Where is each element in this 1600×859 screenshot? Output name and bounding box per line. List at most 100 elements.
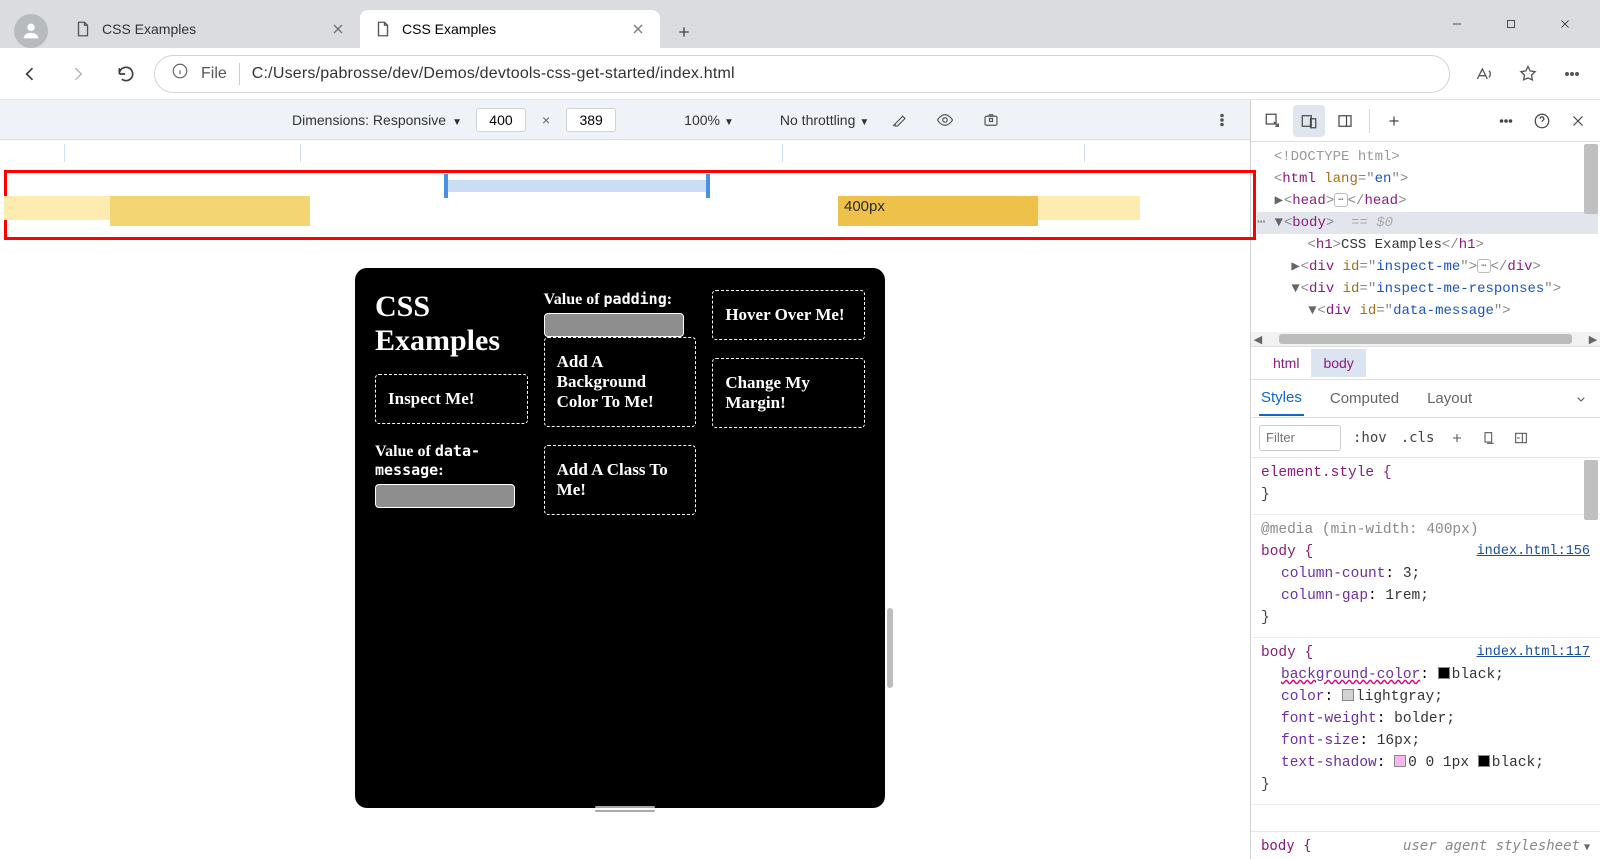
styles-tabs: Styles Computed Layout: [1251, 380, 1600, 418]
dom-doctype: <!DOCTYPE html>: [1274, 149, 1400, 165]
zoom-value: 100%: [684, 112, 720, 128]
forward-button[interactable]: [58, 54, 98, 94]
min-width-bar[interactable]: [1038, 196, 1140, 220]
close-icon[interactable]: [330, 21, 346, 37]
person-icon: [20, 20, 42, 42]
height-input[interactable]: [566, 108, 616, 132]
crumb-html[interactable]: html: [1261, 349, 1311, 377]
card-bg[interactable]: Add A Background Color To Me!: [544, 337, 697, 427]
favorite-button[interactable]: [1510, 56, 1546, 92]
devtools-more-button[interactable]: [1490, 105, 1522, 137]
viewport-pane: Dimensions: Responsive × 100% No throttl…: [0, 100, 1250, 859]
close-window-button[interactable]: [1538, 4, 1592, 44]
rule-body-2[interactable]: body {index.html:117 background-color: b…: [1251, 638, 1600, 805]
min-width-bar[interactable]: [110, 196, 310, 226]
info-icon[interactable]: [171, 62, 189, 85]
copy-styles-button[interactable]: [1478, 427, 1500, 449]
url-scheme: File: [201, 65, 227, 83]
rule-ua-body[interactable]: body { user agent stylesheet: [1251, 831, 1600, 859]
chevron-down-icon: [859, 112, 869, 128]
elements-dom-tree[interactable]: <!DOCTYPE html> <html lang="en"> ▶<head>…: [1251, 142, 1600, 332]
chevron-down-icon: [724, 112, 734, 128]
devtools-panel: <!DOCTYPE html> <html lang="en"> ▶<head>…: [1250, 100, 1600, 859]
input-data-message[interactable]: [375, 484, 515, 508]
dom-selected-node[interactable]: ⋯ ▼<body> == $0: [1257, 212, 1598, 234]
toggle-sidebar-button[interactable]: [1510, 427, 1532, 449]
devtools-close-button[interactable]: [1562, 105, 1594, 137]
hov-toggle[interactable]: :hov: [1351, 428, 1389, 448]
crumb-body[interactable]: body: [1311, 349, 1365, 377]
card-hover[interactable]: Hover Over Me!: [712, 290, 865, 340]
breakpoint-handle[interactable]: [706, 174, 710, 198]
styles-rules[interactable]: element.style { } @media (min-width: 400…: [1251, 458, 1600, 831]
color-swatch-icon[interactable]: [1478, 755, 1490, 767]
input-padding[interactable]: [544, 313, 684, 337]
color-swatch-icon[interactable]: [1394, 755, 1406, 767]
tab-layout[interactable]: Layout: [1425, 382, 1474, 415]
card-margin[interactable]: Change My Margin!: [712, 358, 865, 428]
page-scrollbar[interactable]: [885, 268, 895, 808]
devtools-top-bar: [1251, 100, 1600, 142]
panel-tab[interactable]: [1329, 105, 1361, 137]
eyedropper-icon[interactable]: [883, 104, 915, 136]
back-button[interactable]: [10, 54, 50, 94]
tab-1[interactable]: CSS Examples: [360, 10, 660, 48]
rule-media-body-1[interactable]: @media (min-width: 400px) body {index.ht…: [1251, 515, 1600, 638]
file-icon: [374, 20, 392, 38]
card-class[interactable]: Add A Class To Me!: [544, 445, 697, 515]
reload-button[interactable]: [106, 54, 146, 94]
source-link[interactable]: index.html:117: [1477, 642, 1590, 664]
tab-computed[interactable]: Computed: [1328, 382, 1401, 415]
dimensions-dropdown[interactable]: Dimensions: Responsive: [292, 112, 462, 128]
card-inspect[interactable]: Inspect Me!: [375, 374, 528, 424]
color-swatch-icon[interactable]: [1438, 667, 1450, 679]
width-input[interactable]: [476, 108, 526, 132]
device-viewport: CSS Examples Inspect Me! Value of data-m…: [0, 250, 1250, 859]
new-style-rule-button[interactable]: [1446, 427, 1468, 449]
eye-icon[interactable]: [929, 104, 961, 136]
inspect-element-button[interactable]: [1257, 105, 1289, 137]
zoom-dropdown[interactable]: 100%: [684, 112, 734, 128]
tab-styles[interactable]: Styles: [1259, 381, 1304, 416]
styles-filter-row: :hov .cls: [1251, 418, 1600, 458]
read-aloud-button[interactable]: [1466, 56, 1502, 92]
maximize-button[interactable]: [1484, 4, 1538, 44]
add-tab-button[interactable]: [1378, 105, 1410, 137]
dom-horizontal-scrollbar[interactable]: ◀▶: [1251, 332, 1600, 346]
expand-icon[interactable]: [1570, 388, 1592, 410]
device-toolbar: Dimensions: Responsive × 100% No throttl…: [0, 100, 1250, 140]
styles-filter-input[interactable]: [1259, 425, 1341, 451]
screenshot-icon[interactable]: [975, 104, 1007, 136]
resize-grip[interactable]: [595, 806, 655, 812]
device-toolbar-more[interactable]: [1206, 104, 1238, 136]
tab-title: CSS Examples: [402, 21, 620, 37]
new-tab-button[interactable]: [668, 16, 700, 48]
url-path: C:/Users/pabrosse/dev/Demos/devtools-css…: [252, 65, 735, 83]
cls-toggle[interactable]: .cls: [1399, 428, 1437, 448]
dimensions-label: Dimensions: Responsive: [292, 112, 446, 128]
times-icon: ×: [542, 112, 550, 128]
separator: [239, 63, 240, 85]
dom-scrollbar[interactable]: [1584, 144, 1598, 214]
rendered-page-body[interactable]: CSS Examples Inspect Me! Value of data-m…: [355, 268, 885, 808]
close-icon[interactable]: [630, 21, 646, 37]
more-button[interactable]: [1554, 56, 1590, 92]
tab-title: CSS Examples: [102, 21, 320, 37]
help-button[interactable]: [1526, 105, 1558, 137]
source-link[interactable]: index.html:156: [1477, 541, 1590, 563]
minimize-button[interactable]: [1430, 4, 1484, 44]
file-icon: [74, 20, 92, 38]
device-toggle-button[interactable]: [1293, 105, 1325, 137]
profile-button[interactable]: [14, 14, 48, 48]
tab-0[interactable]: CSS Examples: [60, 10, 360, 48]
max-width-bar[interactable]: [448, 180, 706, 192]
media-query-ruler: 400px: [0, 140, 1250, 250]
address-bar[interactable]: File C:/Users/pabrosse/dev/Demos/devtool…: [154, 55, 1450, 93]
rules-scrollbar[interactable]: [1584, 460, 1598, 520]
throttling-dropdown[interactable]: No throttling: [780, 112, 869, 128]
rule-element-style[interactable]: element.style { }: [1251, 458, 1600, 515]
address-bar-row: File C:/Users/pabrosse/dev/Demos/devtool…: [0, 48, 1600, 100]
dom-breadcrumbs: html body: [1251, 346, 1600, 380]
min-width-bar[interactable]: [4, 196, 110, 220]
color-swatch-icon[interactable]: [1342, 689, 1354, 701]
